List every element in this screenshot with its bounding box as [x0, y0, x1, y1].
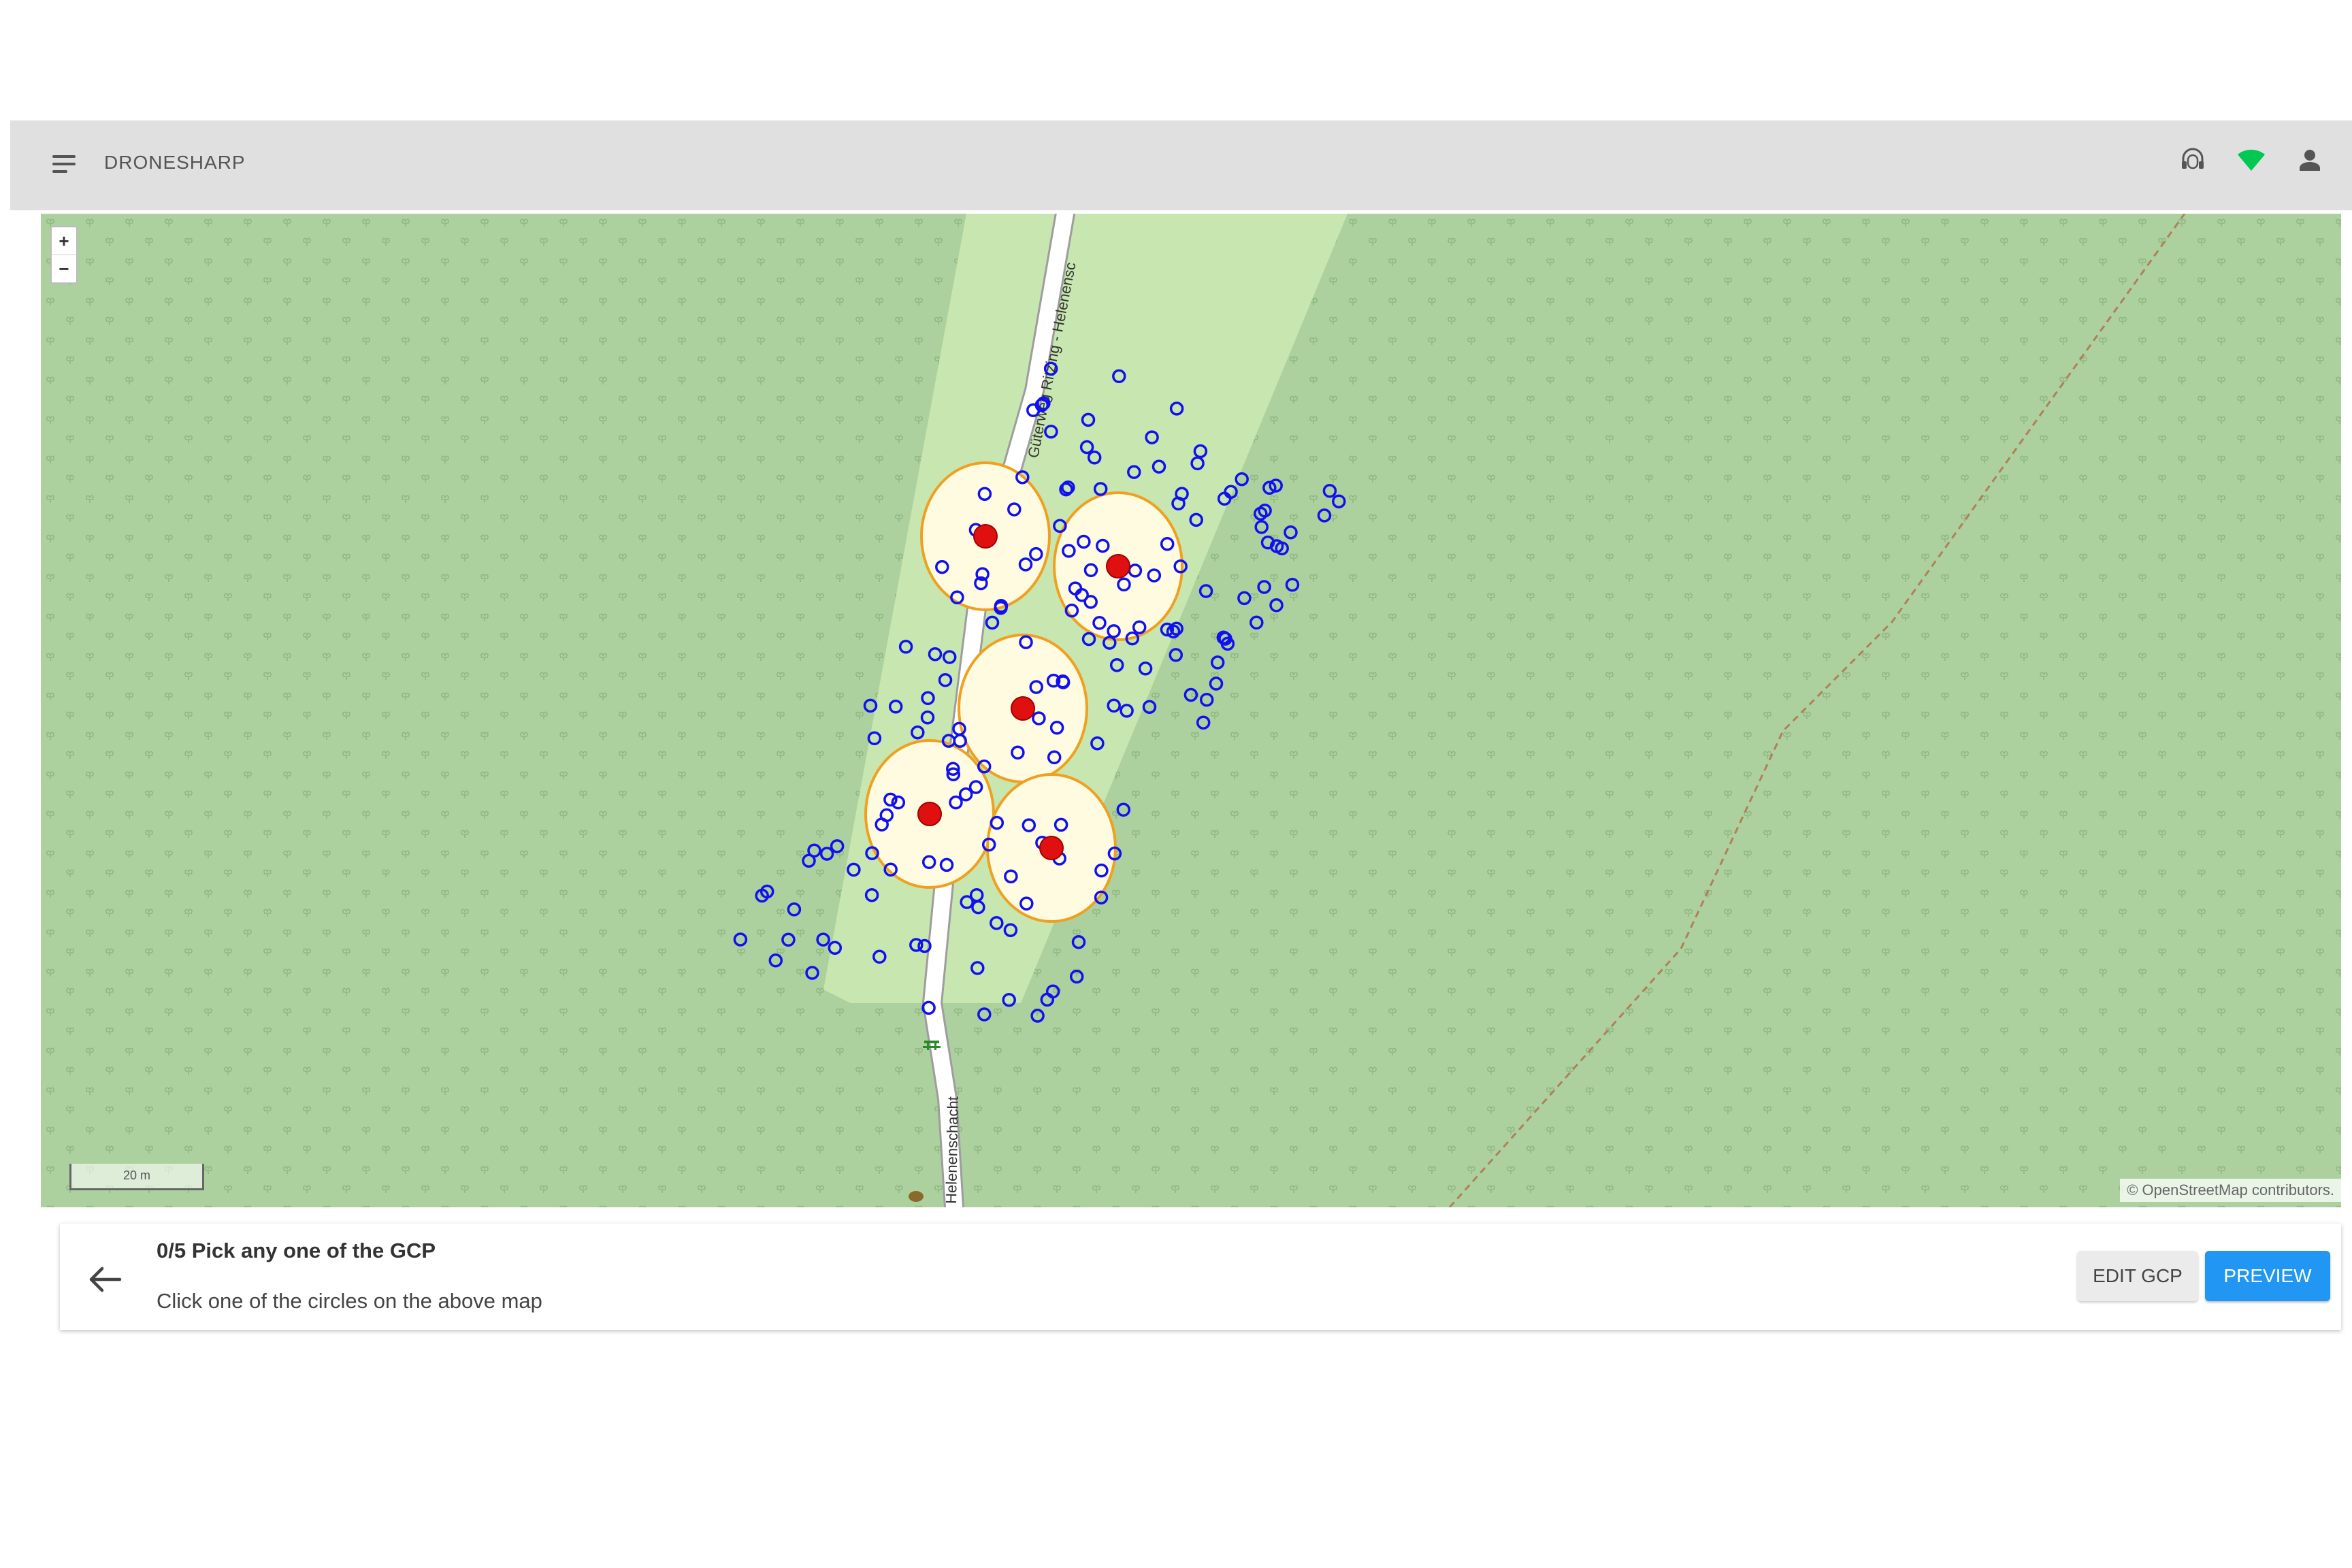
support-headset-icon[interactable]	[2178, 145, 2208, 175]
edit-gcp-button[interactable]: EDIT GCP	[2077, 1251, 2198, 1301]
gcp-center-marker[interactable]	[1039, 836, 1064, 860]
step-instruction: Click one of the circles on the above ma…	[157, 1289, 542, 1313]
user-account-icon[interactable]	[2295, 145, 2325, 175]
app-header: DRONESHARP	[10, 120, 2352, 210]
wifi-signal-icon	[2236, 145, 2266, 175]
zoom-control: + −	[50, 226, 78, 284]
zoom-in-button[interactable]: +	[52, 227, 76, 255]
zoom-out-button[interactable]: −	[52, 255, 76, 282]
gcp-center-marker[interactable]	[1011, 696, 1035, 721]
gcp-selection-panel: 0/5 Pick any one of the GCP Click one of…	[60, 1224, 2341, 1330]
preview-button[interactable]: PREVIEW	[2205, 1251, 2330, 1301]
map-canvas[interactable]: Güterweg Ritzing - Helenensc Helenenscha…	[41, 214, 2341, 1207]
road-label-south: Helenenschacht	[943, 1096, 962, 1204]
gcp-center-marker[interactable]	[917, 802, 942, 826]
scale-bar: 20 m	[69, 1164, 204, 1190]
mine-shaft-icon	[909, 1191, 924, 1202]
step-title: 0/5 Pick any one of the GCP	[157, 1239, 436, 1262]
back-arrow-icon[interactable]	[84, 1259, 125, 1300]
gcp-center-marker[interactable]	[1106, 554, 1130, 578]
gcp-center-marker[interactable]	[973, 524, 998, 549]
map-attribution[interactable]: © OpenStreetMap contributors.	[2120, 1179, 2341, 1202]
map-view[interactable]: Güterweg Ritzing - Helenensc Helenenscha…	[41, 214, 2341, 1207]
menu-icon[interactable]	[51, 151, 78, 178]
app-title: DRONESHARP	[104, 152, 246, 173]
